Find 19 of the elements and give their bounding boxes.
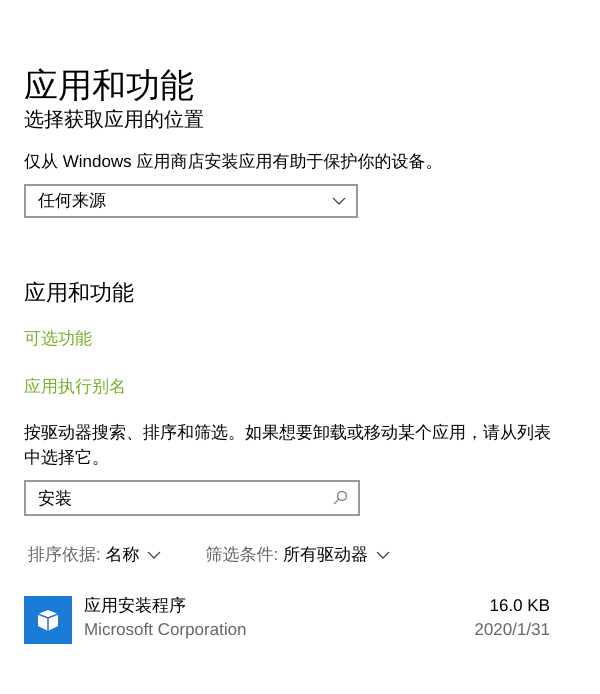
chevron-icon — [332, 197, 346, 205]
chevron-icon — [147, 550, 162, 559]
filter-dropdown[interactable]: 筛选条件: 所有驱动器 — [205, 542, 390, 568]
chevron-icon — [376, 550, 390, 559]
description: 按驱动器搜索、排序和筛选。如果想要卸载或移动某个应用，请从列表中选择它。 — [24, 422, 552, 469]
section-heading: 应用和功能 — [24, 279, 135, 307]
page-title: 应用和功能 — [24, 66, 195, 106]
search-field[interactable]: 安装 — [24, 480, 360, 516]
sort-dropdown[interactable]: 排序依据: 名称 — [28, 542, 162, 568]
app-name: 应用安装程序 — [84, 594, 187, 616]
description: 仅从 Windows 应用商店安装应用有助于保护你的设备。 — [24, 151, 444, 173]
app-list-item[interactable]: 应用安装程序 Microsoft Corporation 16.0 KB 2020/1/31 — [24, 594, 550, 644]
app-icon — [24, 596, 72, 644]
section-heading: 选择获取应用的位置 — [24, 108, 205, 132]
source-dropdown[interactable]: 任何来源 — [24, 184, 358, 218]
search-icon — [332, 490, 348, 506]
app-size: 16.0 KB — [488, 594, 550, 616]
app-date: 2020/1/31 — [474, 618, 550, 640]
app-publisher: Microsoft Corporation — [84, 618, 248, 640]
